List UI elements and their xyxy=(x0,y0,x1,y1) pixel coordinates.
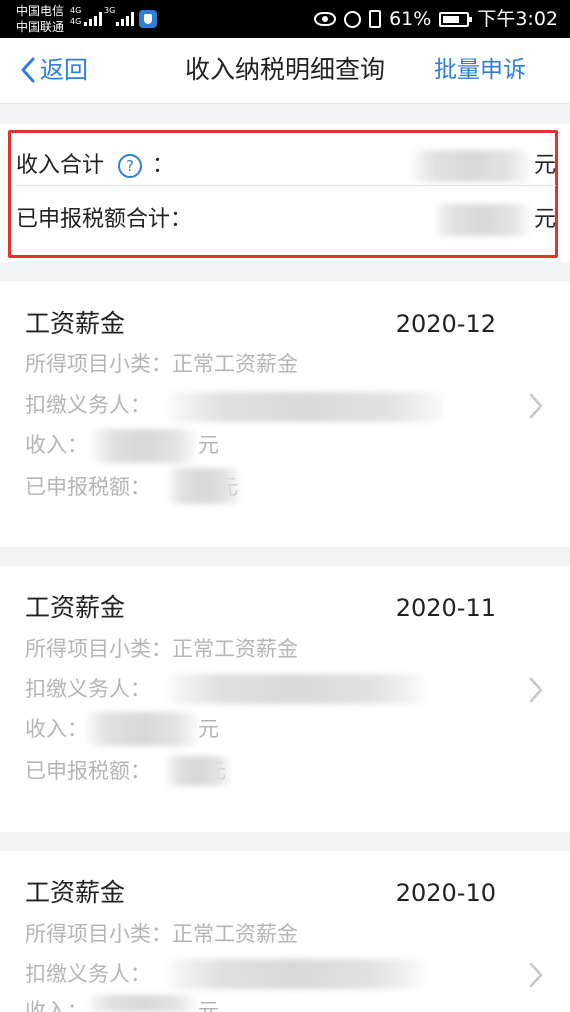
subtype-label: 所得项目小类： xyxy=(25,352,172,376)
record-withholder: 扣缴义务人： xyxy=(25,959,151,989)
record-withholder: 扣缴义务人： xyxy=(25,674,151,704)
income-total-value-redacted xyxy=(412,150,530,182)
record-item-1[interactable]: 工资薪金 2020-12 所得项目小类：正常工资薪金 扣缴义务人： 收入： 元 已… xyxy=(0,282,570,547)
record-title: 工资薪金 xyxy=(25,309,126,338)
back-label: 返回 xyxy=(40,56,88,84)
record-period: 2020-12 xyxy=(395,310,496,338)
nav-bar: 返回 收入纳税明细查询 批量申诉 xyxy=(0,38,570,104)
withholder-value-redacted xyxy=(168,392,444,422)
batch-appeal-button[interactable]: 批量申诉 xyxy=(434,52,526,88)
summary-card: 收入合计 ? ： 元 已申报税额合计： 元 xyxy=(0,124,570,262)
subtype-value: 正常工资薪金 xyxy=(172,352,298,376)
chevron-right-icon xyxy=(529,962,543,988)
alarm-icon xyxy=(344,10,362,28)
clock: 下午3:02 xyxy=(477,8,558,30)
vibrate-icon xyxy=(369,10,382,28)
tax-label: 已申报税额： xyxy=(25,475,151,499)
income-label: 收入： xyxy=(25,433,88,457)
withholder-label: 扣缴义务人： xyxy=(25,677,151,701)
tax-label: 已申报税额： xyxy=(25,759,151,783)
income-label: 收入： xyxy=(25,999,88,1012)
income-total-colon: ： xyxy=(152,153,175,178)
battery-percent: 61% xyxy=(389,8,432,30)
income-unit: 元 xyxy=(198,717,219,741)
signal-icon-2 xyxy=(116,12,134,26)
record-period: 2020-11 xyxy=(395,594,496,622)
security-shield-icon xyxy=(139,10,157,28)
chevron-right-icon xyxy=(529,677,543,703)
withholder-value-redacted xyxy=(168,674,424,704)
battery-icon xyxy=(439,11,473,27)
carrier-2: 中国联通 xyxy=(16,20,65,34)
network-type-1: 4G xyxy=(70,6,82,15)
chevron-left-icon xyxy=(21,57,35,83)
record-item-2[interactable]: 工资薪金 2020-11 所得项目小类：正常工资薪金 扣缴义务人： 收入： 元 已… xyxy=(0,566,570,832)
tax-total-label: 已申报税额合计： xyxy=(16,207,193,232)
status-right-group: 61% 下午3:02 xyxy=(314,9,558,29)
network-type-1b: 4G xyxy=(70,17,82,26)
eye-comfort-icon xyxy=(314,12,337,26)
withholder-label: 扣缴义务人： xyxy=(25,393,151,417)
back-button[interactable]: 返回 xyxy=(20,52,88,88)
record-subtype: 所得项目小类：正常工资薪金 xyxy=(25,349,298,379)
tax-total-row: 已申报税额合计： 元 xyxy=(16,190,556,248)
record-title: 工资薪金 xyxy=(25,878,126,907)
network-type-2: 3G xyxy=(104,6,116,15)
subtype-label: 所得项目小类： xyxy=(25,922,172,946)
income-total-unit: 元 xyxy=(533,153,556,178)
status-bar: 中国电信 中国联通 4G 4G 3G 61% 下午3:02 xyxy=(0,0,570,38)
withholder-label: 扣缴义务人： xyxy=(25,962,151,986)
income-unit: 元 xyxy=(198,433,219,457)
record-subtype: 所得项目小类：正常工资薪金 xyxy=(25,919,298,949)
summary-divider xyxy=(16,185,556,186)
tax-value-redacted xyxy=(168,468,240,504)
chevron-right-icon xyxy=(529,393,543,419)
record-withholder: 扣缴义务人： xyxy=(25,390,151,420)
tax-value-redacted xyxy=(166,756,230,786)
carrier-1: 中国电信 xyxy=(16,4,65,18)
income-label: 收入： xyxy=(25,717,88,741)
record-period: 2020-10 xyxy=(395,879,496,907)
subtype-value: 正常工资薪金 xyxy=(172,922,298,946)
subtype-label: 所得项目小类： xyxy=(25,637,172,661)
help-icon[interactable]: ? xyxy=(118,154,143,178)
record-item-3[interactable]: 工资薪金 2020-10 所得项目小类：正常工资薪金 扣缴义务人： 收入： 元 xyxy=(0,851,570,1012)
income-total-label: 收入合计 xyxy=(16,153,105,178)
tax-total-value-redacted xyxy=(434,204,530,236)
record-subtype: 所得项目小类：正常工资薪金 xyxy=(25,634,298,664)
carrier-labels: 中国电信 中国联通 xyxy=(16,3,64,35)
record-title: 工资薪金 xyxy=(25,593,126,622)
subtype-value: 正常工资薪金 xyxy=(172,637,298,661)
withholder-value-redacted xyxy=(168,959,424,989)
income-value-redacted xyxy=(86,712,198,746)
income-unit: 元 xyxy=(198,999,219,1012)
income-total-label-group: 收入合计 ? ： xyxy=(16,152,174,180)
signal-icon-1 xyxy=(84,12,102,26)
tax-total-unit: 元 xyxy=(533,207,556,232)
income-value-redacted xyxy=(88,995,196,1012)
income-value-redacted xyxy=(92,429,196,463)
